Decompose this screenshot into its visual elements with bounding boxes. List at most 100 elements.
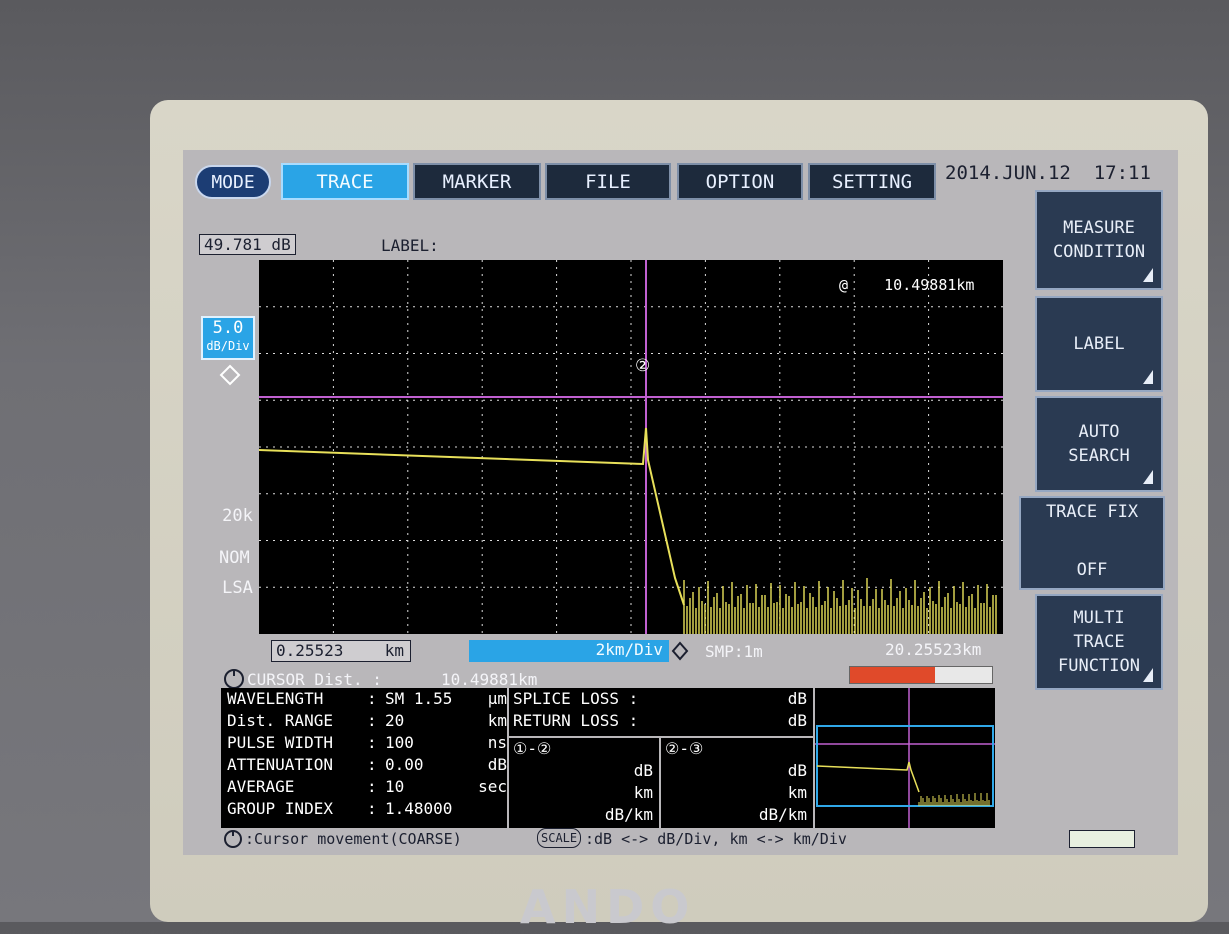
tab-trace[interactable]: TRACE — [281, 163, 409, 200]
auto-label-1: AUTO — [1078, 422, 1120, 442]
x-start-unit: km — [384, 641, 404, 660]
measure-condition-button[interactable]: MEASURE CONDITION — [1035, 190, 1163, 290]
condition-key: AVERAGE — [227, 777, 295, 796]
loss-panel: SPLICE LOSS : dB RETURN LOSS : dB — [509, 688, 813, 736]
splice-loss-unit: dB — [787, 689, 807, 708]
marker-distance: 10.49881km — [884, 276, 975, 294]
label-field[interactable]: LABEL: — [381, 236, 439, 255]
knob-icon — [224, 669, 244, 689]
db-div-value: 5.0 — [212, 318, 244, 338]
tab-marker[interactable]: MARKER — [413, 163, 541, 200]
db-div-unit: dB/Div — [206, 339, 250, 353]
status-text: :Cursor movement(COARSE) — [245, 830, 462, 848]
condition-row: PULSE WIDTH:100 ns — [221, 732, 507, 754]
s12-km: km — [633, 783, 653, 802]
multi-label-3: FUNCTION — [1058, 656, 1140, 676]
condition-key: ATTENUATION — [227, 755, 333, 774]
smp-readout: SMP:1m — [705, 642, 763, 661]
measure-label-2: CONDITION — [1052, 242, 1146, 262]
tab-setting[interactable]: SETTING — [808, 163, 936, 200]
lsa-line2: LSA — [222, 578, 253, 598]
x-end-readout: 20.25523km — [885, 640, 982, 659]
condition-sep: : — [367, 689, 377, 708]
auto-search-button[interactable]: AUTO SEARCH — [1035, 396, 1163, 492]
level-readout: 49.781 dB — [199, 234, 296, 255]
tracefix-label-1: TRACE FIX — [1045, 502, 1139, 522]
trace-line — [258, 427, 685, 606]
condition-sep: : — [367, 799, 377, 818]
knob-icon — [224, 830, 242, 848]
marker-symbol: @ — [839, 276, 849, 294]
trace-plot-svg — [258, 260, 1003, 634]
diamond-adjust-icon[interactable] — [219, 364, 241, 386]
condition-value: 0.00 — [385, 755, 424, 774]
scale-help-text: :dB <-> dB/Div, km <-> km/Div — [585, 830, 847, 848]
condition-sep: : — [367, 755, 377, 774]
condition-row: ATTENUATION:0.00 dB — [221, 754, 507, 776]
measure-label-1: MEASURE — [1063, 218, 1135, 238]
condition-row: AVERAGE:10 sec — [221, 776, 507, 798]
arrow-icon — [1143, 470, 1153, 484]
diamond-adjust-x-icon[interactable] — [671, 640, 689, 662]
km-div-scale[interactable]: 2km/Div — [469, 640, 669, 662]
progress-bar-fill — [850, 667, 936, 683]
condition-sep: : — [367, 777, 377, 796]
condition-row: Dist. RANGE:20 km — [221, 710, 507, 732]
mini-view-box[interactable] — [816, 725, 994, 807]
s12-db: dB — [633, 761, 653, 780]
x-start-value: 0.25523 — [276, 641, 344, 660]
condition-unit: km — [487, 711, 507, 730]
s23-db: dB — [787, 761, 807, 780]
condition-value: 10 — [385, 777, 405, 796]
condition-value: 1.48000 — [385, 799, 453, 818]
auto-label-2: SEARCH — [1068, 446, 1130, 466]
mini-noise — [918, 793, 990, 806]
time-text: 17:11 — [1093, 162, 1151, 184]
condition-sep: : — [367, 733, 377, 752]
condition-unit: dB — [487, 755, 507, 774]
label-button-text: LABEL — [1073, 334, 1125, 354]
arrow-icon — [1143, 668, 1153, 682]
x-start-field[interactable]: 0.25523 km — [271, 640, 411, 662]
nom-indicator: NOM — [219, 548, 250, 568]
mini-trace-overview[interactable] — [815, 688, 995, 828]
section-2-3-label: ②-③ — [665, 739, 704, 758]
section-1-2-panel: ①-② dB km dB/km — [509, 738, 659, 828]
tab-option[interactable]: OPTION — [677, 163, 803, 200]
otdr-screen: MODE TRACE MARKER FILE OPTION SETTING 20… — [183, 150, 1178, 855]
condition-key: GROUP INDEX — [227, 799, 333, 818]
noise-floor — [683, 578, 997, 634]
measure-condition-list: WAVELENGTH: SM 1.55 µm Dist. RANGE:20 km PULS… — [221, 688, 507, 828]
db-div-scale[interactable]: 5.0 dB/Div — [201, 316, 255, 360]
condition-key: Dist. RANGE — [227, 711, 333, 730]
splice-loss-label: SPLICE LOSS : — [513, 689, 639, 708]
ando-logo: ANDO — [520, 880, 696, 934]
s12-dbkm: dB/km — [604, 805, 653, 824]
multi-trace-function-button[interactable]: MULTI TRACE FUNCTION — [1035, 594, 1163, 690]
battery-icon — [1069, 830, 1135, 848]
progress-bar — [849, 666, 993, 684]
arrow-icon — [1143, 268, 1153, 282]
s23-dbkm: dB/km — [758, 805, 807, 824]
trace-plot[interactable]: @ 10.49881km ② — [258, 260, 1003, 634]
tab-file[interactable]: FILE — [545, 163, 671, 200]
cursor-marker-icon[interactable]: ② — [635, 356, 650, 376]
mode-button[interactable]: MODE — [195, 165, 271, 199]
return-loss-unit: dB — [787, 711, 807, 730]
label-button[interactable]: LABEL — [1035, 296, 1163, 392]
condition-key: PULSE WIDTH — [227, 733, 333, 752]
condition-key: WAVELENGTH — [227, 689, 324, 708]
section-1-2-label: ①-② — [513, 739, 552, 758]
trace-fix-button[interactable]: TRACE FIX OFF — [1019, 496, 1165, 590]
condition-value: SM 1.55 — [385, 689, 453, 708]
marker-readout: @ 10.49881km — [839, 276, 974, 294]
multi-label-1: MULTI — [1073, 608, 1125, 628]
condition-unit: ns — [487, 733, 507, 752]
arrow-icon — [1143, 370, 1153, 384]
condition-unit — [471, 798, 507, 820]
condition-row: GROUP INDEX:1.48000 — [221, 798, 507, 820]
condition-row: WAVELENGTH: SM 1.55 µm — [221, 688, 507, 710]
s23-km: km — [787, 783, 807, 802]
return-loss-label: RETURN LOSS : — [513, 711, 639, 730]
datetime: 2014.JUN.12 17:11 — [945, 162, 1151, 184]
